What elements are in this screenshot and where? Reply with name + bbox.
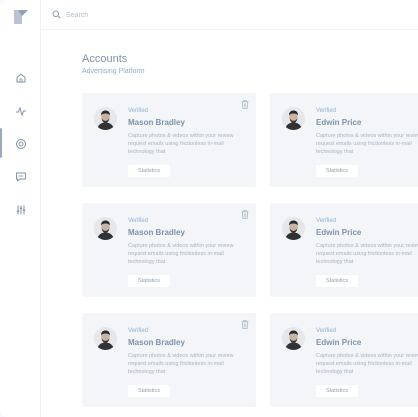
person-portrait-icon <box>94 327 117 350</box>
account-name[interactable]: Edwin Price <box>316 118 361 127</box>
main-content: Accounts Advertising Platform Verified M… <box>41 31 418 417</box>
person-portrait-icon <box>94 107 117 130</box>
verified-label: Verified <box>128 218 149 224</box>
account-name[interactable]: Mason Bradley <box>128 118 185 127</box>
account-name[interactable]: Mason Bradley <box>128 338 185 347</box>
account-description: Capture photos & videos within your revi… <box>316 133 418 155</box>
avatar <box>282 327 305 350</box>
account-card: Verified Edwin Price Capture photos & vi… <box>270 203 418 297</box>
person-portrait-icon <box>282 217 305 240</box>
statistics-button[interactable]: Statistics <box>316 165 358 177</box>
avatar <box>94 217 117 240</box>
account-card: Verified Mason Bradley Capture photos & … <box>82 93 256 187</box>
account-name[interactable]: Edwin Price <box>316 338 361 347</box>
nav-settings[interactable] <box>0 199 41 221</box>
account-description: Capture photos & videos within your revi… <box>316 353 418 375</box>
page-title: Accounts <box>82 53 128 65</box>
topbar <box>41 0 418 30</box>
nav-target[interactable] <box>0 133 41 155</box>
nav-home[interactable] <box>0 67 41 89</box>
sliders-icon <box>16 205 25 215</box>
trash-icon[interactable] <box>241 210 249 219</box>
statistics-button[interactable]: Statistics <box>128 275 170 287</box>
statistics-button[interactable]: Statistics <box>128 385 170 397</box>
account-card: Verified Mason Bradley Capture photos & … <box>82 313 256 407</box>
verified-label: Verified <box>128 108 149 114</box>
account-name[interactable]: Edwin Price <box>316 228 361 237</box>
account-description: Capture photos & videos within your revi… <box>316 243 418 265</box>
verified-label: Verified <box>128 328 149 334</box>
account-card: Verified Edwin Price Capture photos & vi… <box>270 313 418 407</box>
trash-icon[interactable] <box>241 320 249 329</box>
message-icon <box>15 172 26 183</box>
avatar <box>282 217 305 240</box>
nav-activity[interactable] <box>0 100 41 122</box>
statistics-button[interactable]: Statistics <box>128 165 170 177</box>
statistics-button[interactable]: Statistics <box>316 385 358 397</box>
account-card: Verified Mason Bradley Capture photos & … <box>82 203 256 297</box>
search-icon <box>52 10 61 19</box>
page-subtitle: Advertising Platform <box>82 68 145 75</box>
avatar <box>94 327 117 350</box>
activity-icon <box>15 106 26 117</box>
home-icon <box>16 73 25 83</box>
verified-label: Verified <box>316 328 337 334</box>
account-card: Verified Edwin Price Capture photos & vi… <box>270 93 418 187</box>
trash-icon[interactable] <box>241 100 249 109</box>
account-description: Capture photos & videos within your revi… <box>128 133 234 155</box>
verified-label: Verified <box>316 108 337 114</box>
app-window: Accounts Advertising Platform Verified M… <box>0 0 418 417</box>
statistics-button[interactable]: Statistics <box>316 275 358 287</box>
account-description: Capture photos & videos within your revi… <box>128 243 234 265</box>
search-input[interactable] <box>66 8 266 22</box>
target-icon <box>15 139 26 149</box>
avatar <box>94 107 117 130</box>
avatar <box>282 107 305 130</box>
verified-label: Verified <box>316 218 337 224</box>
person-portrait-icon <box>282 327 305 350</box>
nav-messages[interactable] <box>0 166 41 188</box>
account-name[interactable]: Mason Bradley <box>128 228 185 237</box>
logo-icon <box>14 10 28 24</box>
person-portrait-icon <box>94 217 117 240</box>
person-portrait-icon <box>282 107 305 130</box>
sidebar <box>0 0 41 417</box>
account-description: Capture photos & videos within your revi… <box>128 353 234 375</box>
